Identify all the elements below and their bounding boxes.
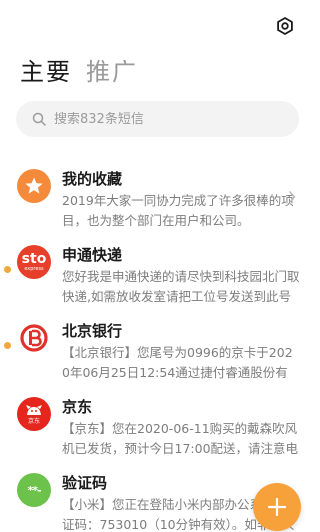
conversation-item-jd[interactable]: 京东 京东 【京东】您在2020-06-11购买的戴森吹风机已发货，预计今日17… (0, 388, 320, 464)
chevron-right-icon (288, 190, 298, 204)
unread-dot (4, 266, 11, 273)
conversation-title: 申通快递 (62, 246, 123, 264)
star-icon (17, 169, 51, 203)
conversation-item-bank-of-beijing[interactable]: 北京银行 【北京银行】您尾号为0996的京卡于2020年06月25日12:54通… (0, 312, 320, 388)
sto-logo-text: sto (21, 251, 47, 267)
jd-dog-icon (26, 404, 42, 415)
new-message-button[interactable] (253, 483, 301, 531)
jd-logo-text: 京东 (27, 417, 40, 425)
tab-promotions[interactable]: 推广 (86, 56, 138, 88)
tab-bar: 主要 推广 (20, 56, 138, 88)
conversation-preview: 【北京银行】您尾号为0996的京卡于2020年06月25日12:54通过捷付睿通… (62, 345, 293, 380)
conversation-preview: 2019年大家一同协力完成了许多很棒的项目，也为整个部门在用户和公司。 (62, 193, 294, 228)
verification-code-icon: **- (17, 473, 51, 507)
search-icon (32, 112, 46, 126)
gear-icon (275, 16, 295, 36)
conversation-title: 北京银行 (62, 322, 123, 340)
conversation-list: 我的收藏 2019年大家一同协力完成了许多很棒的项目，也为整个部门在用户和公司。… (0, 160, 320, 532)
search-input[interactable] (54, 111, 254, 127)
sto-logo-subtext: express (24, 266, 44, 272)
verification-code-glyph: **- (27, 483, 41, 497)
sto-express-logo: sto express (17, 245, 51, 279)
plus-icon (267, 497, 287, 517)
conversation-item-favorites[interactable]: 我的收藏 2019年大家一同协力完成了许多很棒的项目，也为整个部门在用户和公司。 (0, 160, 320, 236)
conversation-preview: 【京东】您在2020-06-11购买的戴森吹风机已发货，预计今日17:00配送，… (62, 421, 299, 456)
conversation-title: 京东 (62, 398, 93, 416)
conversation-title: 我的收藏 (62, 170, 123, 188)
unread-dot (4, 342, 11, 349)
search-bar[interactable] (16, 101, 299, 137)
tab-primary[interactable]: 主要 (20, 56, 72, 88)
conversation-title: 验证码 (62, 474, 108, 492)
conversation-preview: 您好我是申通快递的请尽快到科技园北门取快递,如需放收发室请把工位号发送到此号码 (62, 269, 300, 304)
conversation-item-sto-express[interactable]: sto express 申通快递 您好我是申通快递的请尽快到科技园北门取快递,如… (0, 236, 320, 312)
bank-of-beijing-logo (17, 321, 51, 355)
settings-button[interactable] (274, 15, 296, 37)
jd-logo: 京东 (17, 397, 51, 431)
